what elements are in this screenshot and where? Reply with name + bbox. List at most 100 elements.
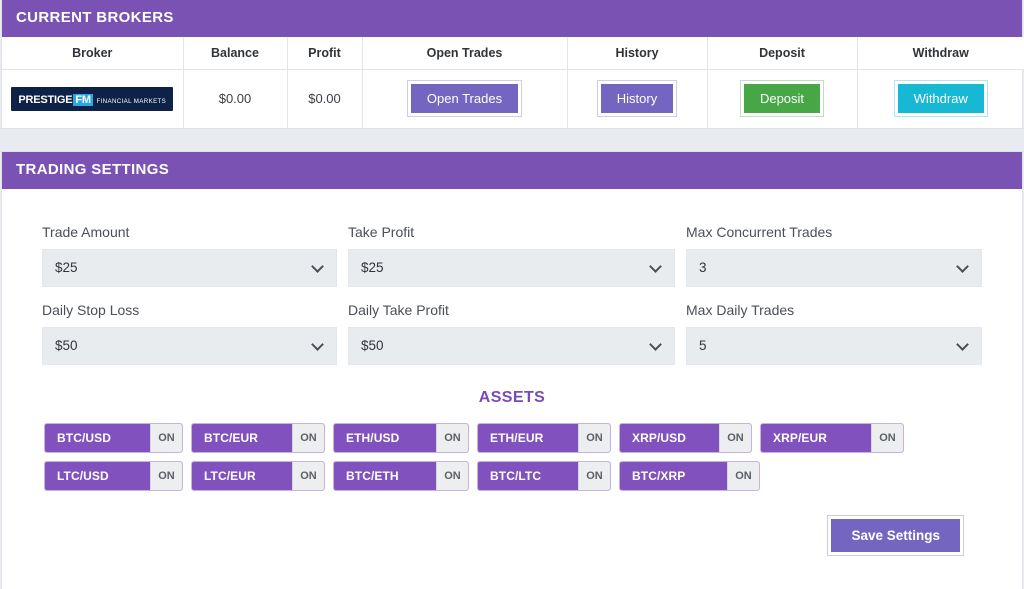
asset-toggle-xrp-eur[interactable]: XRP/EUR ON bbox=[760, 422, 904, 453]
prestige-fm-logo: PRESTIGE FM FINANCIAL MARKETS bbox=[11, 86, 174, 111]
column-header-balance: Balance bbox=[182, 37, 288, 70]
select-trade-amount[interactable]: $25 bbox=[42, 248, 337, 287]
asset-state-ltc-eur: ON bbox=[292, 461, 324, 490]
field-trade-amount: Trade Amount $25 bbox=[42, 223, 337, 287]
settings-form-grid: Trade Amount $25 Take Profit $25 Max Con… bbox=[42, 223, 982, 379]
asset-label-btc-eth: BTC/ETH bbox=[346, 468, 399, 483]
asset-label-ltc-eur: LTC/EUR bbox=[204, 468, 256, 483]
select-max-daily-trades-value: 5 bbox=[699, 338, 707, 353]
current-brokers-header: CURRENT BROKERS bbox=[2, 0, 1022, 37]
select-daily-stop-loss[interactable]: $50 bbox=[42, 326, 337, 365]
select-max-concurrent-trades-value: 3 bbox=[699, 260, 707, 275]
asset-toggle-btc-usd[interactable]: BTC/USD ON bbox=[44, 422, 183, 453]
label-max-concurrent-trades: Max Concurrent Trades bbox=[686, 223, 833, 240]
field-daily-take-profit: Daily Take Profit $50 bbox=[348, 301, 675, 365]
trading-settings-header: TRADING SETTINGS bbox=[2, 151, 1022, 189]
asset-label-ltc-usd: LTC/USD bbox=[57, 468, 109, 483]
asset-toggle-xrp-usd[interactable]: XRP/USD ON bbox=[619, 422, 752, 453]
column-header-deposit: Deposit bbox=[706, 37, 858, 70]
asset-state-eth-eur: ON bbox=[578, 423, 610, 452]
trading-settings-panel: TRADING SETTINGS Trade Amount $25 Take P… bbox=[1, 150, 1023, 589]
asset-label-eth-eur: ETH/EUR bbox=[490, 430, 544, 445]
open-trades-cell: Open Trades bbox=[361, 69, 568, 128]
assets-row-2: LTC/USD ON LTC/EUR ON BTC/ETH ON BTC/LTC… bbox=[44, 460, 982, 491]
withdraw-button[interactable]: Withdraw bbox=[893, 80, 988, 118]
column-header-withdraw: Withdraw bbox=[856, 37, 1024, 70]
asset-toggle-btc-xrp[interactable]: BTC/XRP ON bbox=[619, 460, 760, 491]
asset-label-btc-usd: BTC/USD bbox=[57, 430, 112, 445]
select-max-concurrent-trades[interactable]: 3 bbox=[686, 248, 982, 287]
table-row: PRESTIGE FM FINANCIAL MARKETS $0.00 $0.00… bbox=[2, 69, 1024, 128]
select-daily-take-profit[interactable]: $50 bbox=[348, 326, 675, 365]
brokers-table: Broker Balance Profit Open Trades Histor… bbox=[2, 37, 1024, 128]
label-daily-stop-loss: Daily Stop Loss bbox=[42, 301, 140, 318]
assets-toggle-group: BTC/USD ON BTC/EUR ON ETH/USD ON ETH/EUR… bbox=[44, 422, 982, 491]
asset-state-btc-xrp: ON bbox=[727, 461, 759, 490]
asset-toggle-ltc-eur[interactable]: LTC/EUR ON bbox=[191, 460, 325, 491]
chevron-down-icon bbox=[311, 259, 324, 273]
logo-subtitle: FINANCIAL MARKETS bbox=[96, 97, 167, 105]
asset-toggle-btc-eur[interactable]: BTC/EUR ON bbox=[191, 422, 325, 453]
asset-state-btc-usd: ON bbox=[150, 423, 182, 452]
assets-section-title: ASSETS bbox=[478, 388, 546, 406]
withdraw-button-label: Withdraw bbox=[896, 83, 985, 115]
asset-state-xrp-usd: ON bbox=[719, 423, 751, 452]
broker-balance-value: $0.00 bbox=[182, 69, 288, 128]
column-header-history: History bbox=[566, 37, 708, 70]
chevron-down-icon bbox=[311, 337, 324, 351]
chevron-down-icon bbox=[649, 337, 662, 351]
logo-wordmark: PRESTIGE FM bbox=[18, 93, 93, 106]
history-cell: History bbox=[566, 69, 708, 128]
select-take-profit-value: $25 bbox=[361, 260, 384, 275]
logo-main-text: PRESTIGE bbox=[18, 93, 73, 106]
field-take-profit: Take Profit $25 bbox=[348, 223, 675, 287]
assets-row-1: BTC/USD ON BTC/EUR ON ETH/USD ON ETH/EUR… bbox=[44, 422, 982, 453]
deposit-button[interactable]: Deposit bbox=[739, 80, 825, 118]
save-settings-button-label: Save Settings bbox=[830, 517, 961, 553]
deposit-button-label: Deposit bbox=[742, 83, 822, 115]
label-trade-amount: Trade Amount bbox=[42, 223, 130, 240]
column-header-profit: Profit bbox=[286, 37, 363, 70]
label-take-profit: Take Profit bbox=[348, 223, 415, 240]
label-daily-take-profit: Daily Take Profit bbox=[348, 301, 449, 318]
select-max-daily-trades[interactable]: 5 bbox=[686, 326, 982, 365]
column-header-open-trades: Open Trades bbox=[361, 37, 568, 70]
history-button[interactable]: History bbox=[596, 80, 678, 118]
select-trade-amount-value: $25 bbox=[55, 260, 78, 275]
chevron-down-icon bbox=[649, 259, 662, 273]
asset-state-btc-eth: ON bbox=[436, 461, 468, 490]
withdraw-cell: Withdraw bbox=[856, 69, 1024, 128]
asset-label-eth-usd: ETH/USD bbox=[346, 430, 400, 445]
deposit-cell: Deposit bbox=[706, 69, 858, 128]
open-trades-button[interactable]: Open Trades bbox=[406, 80, 523, 118]
asset-toggle-btc-eth[interactable]: BTC/ETH ON bbox=[333, 460, 469, 491]
asset-toggle-btc-ltc[interactable]: BTC/LTC ON bbox=[477, 460, 611, 491]
field-max-daily-trades: Max Daily Trades 5 bbox=[686, 301, 982, 365]
asset-label-xrp-usd: XRP/USD bbox=[632, 430, 687, 445]
asset-state-btc-ltc: ON bbox=[578, 461, 610, 490]
select-daily-take-profit-value: $50 bbox=[361, 338, 384, 353]
save-settings-row: Save Settings bbox=[42, 499, 982, 556]
asset-state-ltc-usd: ON bbox=[150, 461, 182, 490]
asset-toggle-eth-eur[interactable]: ETH/EUR ON bbox=[477, 422, 611, 453]
label-max-daily-trades: Max Daily Trades bbox=[686, 301, 795, 318]
asset-toggle-ltc-usd[interactable]: LTC/USD ON bbox=[44, 460, 183, 491]
current-brokers-panel: CURRENT BROKERS Broker Balance Profit Op… bbox=[1, 0, 1024, 129]
chevron-down-icon bbox=[956, 337, 969, 351]
save-settings-button[interactable]: Save Settings bbox=[827, 514, 964, 556]
panel-spacer bbox=[0, 129, 1024, 151]
asset-label-btc-eur: BTC/EUR bbox=[204, 430, 259, 445]
logo-accent-text: FM bbox=[73, 93, 93, 106]
trading-settings-body: Trade Amount $25 Take Profit $25 Max Con… bbox=[2, 189, 1022, 556]
open-trades-button-label: Open Trades bbox=[409, 83, 520, 115]
field-max-concurrent-trades: Max Concurrent Trades 3 bbox=[686, 223, 982, 287]
asset-state-xrp-eur: ON bbox=[871, 423, 903, 452]
asset-label-btc-xrp: BTC/XRP bbox=[632, 468, 686, 483]
asset-state-btc-eur: ON bbox=[292, 423, 324, 452]
field-daily-stop-loss: Daily Stop Loss $50 bbox=[42, 301, 337, 365]
broker-logo-cell: PRESTIGE FM FINANCIAL MARKETS bbox=[2, 69, 184, 128]
chevron-down-icon bbox=[956, 259, 969, 273]
asset-toggle-eth-usd[interactable]: ETH/USD ON bbox=[333, 422, 469, 453]
asset-label-btc-ltc: BTC/LTC bbox=[490, 468, 542, 483]
select-take-profit[interactable]: $25 bbox=[348, 248, 675, 287]
